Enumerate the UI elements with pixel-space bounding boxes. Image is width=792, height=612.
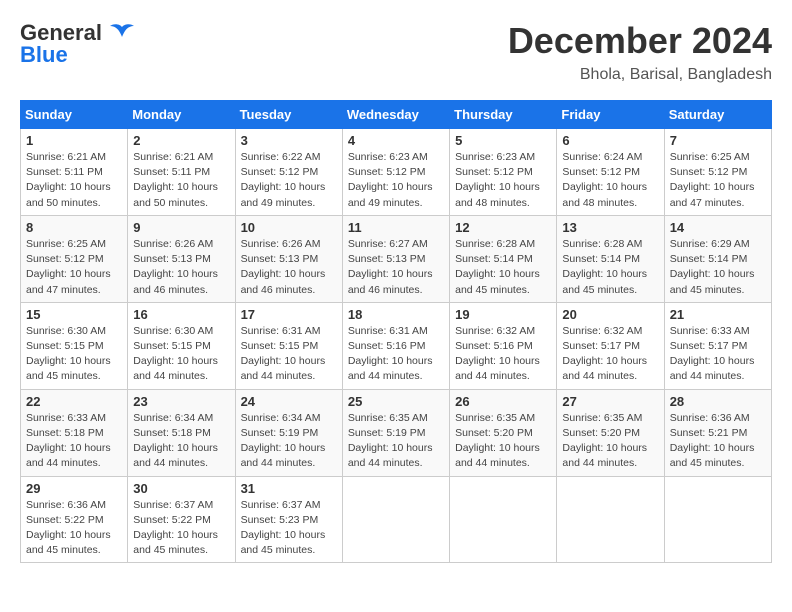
month-title: December 2024	[508, 20, 772, 62]
table-row: 14Sunrise: 6:29 AMSunset: 5:14 PMDayligh…	[664, 215, 771, 302]
table-row: 26Sunrise: 6:35 AMSunset: 5:20 PMDayligh…	[450, 389, 557, 476]
table-row: 2Sunrise: 6:21 AMSunset: 5:11 PMDaylight…	[128, 129, 235, 216]
table-row: 27Sunrise: 6:35 AMSunset: 5:20 PMDayligh…	[557, 389, 664, 476]
table-row: 25Sunrise: 6:35 AMSunset: 5:19 PMDayligh…	[342, 389, 449, 476]
calendar-table: Sunday Monday Tuesday Wednesday Thursday…	[20, 100, 772, 563]
table-row: 17Sunrise: 6:31 AMSunset: 5:15 PMDayligh…	[235, 302, 342, 389]
table-row: 19Sunrise: 6:32 AMSunset: 5:16 PMDayligh…	[450, 302, 557, 389]
table-row: 9Sunrise: 6:26 AMSunset: 5:13 PMDaylight…	[128, 215, 235, 302]
col-friday: Friday	[557, 101, 664, 129]
table-row: 6Sunrise: 6:24 AMSunset: 5:12 PMDaylight…	[557, 129, 664, 216]
table-row: 21Sunrise: 6:33 AMSunset: 5:17 PMDayligh…	[664, 302, 771, 389]
table-row: 30Sunrise: 6:37 AMSunset: 5:22 PMDayligh…	[128, 476, 235, 563]
page-header: General Blue December 2024 Bhola, Barisa…	[20, 20, 772, 84]
table-row: 31Sunrise: 6:37 AMSunset: 5:23 PMDayligh…	[235, 476, 342, 563]
table-row: 23Sunrise: 6:34 AMSunset: 5:18 PMDayligh…	[128, 389, 235, 476]
col-tuesday: Tuesday	[235, 101, 342, 129]
col-sunday: Sunday	[21, 101, 128, 129]
col-saturday: Saturday	[664, 101, 771, 129]
table-row: 10Sunrise: 6:26 AMSunset: 5:13 PMDayligh…	[235, 215, 342, 302]
table-row: 3Sunrise: 6:22 AMSunset: 5:12 PMDaylight…	[235, 129, 342, 216]
calendar-week-5: 29Sunrise: 6:36 AMSunset: 5:22 PMDayligh…	[21, 476, 772, 563]
col-wednesday: Wednesday	[342, 101, 449, 129]
table-row	[557, 476, 664, 563]
location-title: Bhola, Barisal, Bangladesh	[508, 66, 772, 84]
col-thursday: Thursday	[450, 101, 557, 129]
table-row: 24Sunrise: 6:34 AMSunset: 5:19 PMDayligh…	[235, 389, 342, 476]
calendar-header-row: Sunday Monday Tuesday Wednesday Thursday…	[21, 101, 772, 129]
table-row	[342, 476, 449, 563]
logo-bird-icon	[108, 23, 136, 43]
table-row: 1Sunrise: 6:21 AMSunset: 5:11 PMDaylight…	[21, 129, 128, 216]
title-block: December 2024 Bhola, Barisal, Bangladesh	[508, 20, 772, 84]
table-row: 8Sunrise: 6:25 AMSunset: 5:12 PMDaylight…	[21, 215, 128, 302]
calendar-week-1: 1Sunrise: 6:21 AMSunset: 5:11 PMDaylight…	[21, 129, 772, 216]
table-row: 5Sunrise: 6:23 AMSunset: 5:12 PMDaylight…	[450, 129, 557, 216]
table-row: 12Sunrise: 6:28 AMSunset: 5:14 PMDayligh…	[450, 215, 557, 302]
table-row	[664, 476, 771, 563]
table-row: 4Sunrise: 6:23 AMSunset: 5:12 PMDaylight…	[342, 129, 449, 216]
col-monday: Monday	[128, 101, 235, 129]
calendar-week-2: 8Sunrise: 6:25 AMSunset: 5:12 PMDaylight…	[21, 215, 772, 302]
calendar-week-4: 22Sunrise: 6:33 AMSunset: 5:18 PMDayligh…	[21, 389, 772, 476]
table-row: 22Sunrise: 6:33 AMSunset: 5:18 PMDayligh…	[21, 389, 128, 476]
table-row: 29Sunrise: 6:36 AMSunset: 5:22 PMDayligh…	[21, 476, 128, 563]
table-row: 18Sunrise: 6:31 AMSunset: 5:16 PMDayligh…	[342, 302, 449, 389]
table-row: 28Sunrise: 6:36 AMSunset: 5:21 PMDayligh…	[664, 389, 771, 476]
table-row	[450, 476, 557, 563]
table-row: 16Sunrise: 6:30 AMSunset: 5:15 PMDayligh…	[128, 302, 235, 389]
logo: General Blue	[20, 20, 136, 68]
table-row: 11Sunrise: 6:27 AMSunset: 5:13 PMDayligh…	[342, 215, 449, 302]
table-row: 20Sunrise: 6:32 AMSunset: 5:17 PMDayligh…	[557, 302, 664, 389]
table-row: 7Sunrise: 6:25 AMSunset: 5:12 PMDaylight…	[664, 129, 771, 216]
table-row: 13Sunrise: 6:28 AMSunset: 5:14 PMDayligh…	[557, 215, 664, 302]
logo-blue-text: Blue	[20, 42, 68, 68]
table-row: 15Sunrise: 6:30 AMSunset: 5:15 PMDayligh…	[21, 302, 128, 389]
calendar-week-3: 15Sunrise: 6:30 AMSunset: 5:15 PMDayligh…	[21, 302, 772, 389]
